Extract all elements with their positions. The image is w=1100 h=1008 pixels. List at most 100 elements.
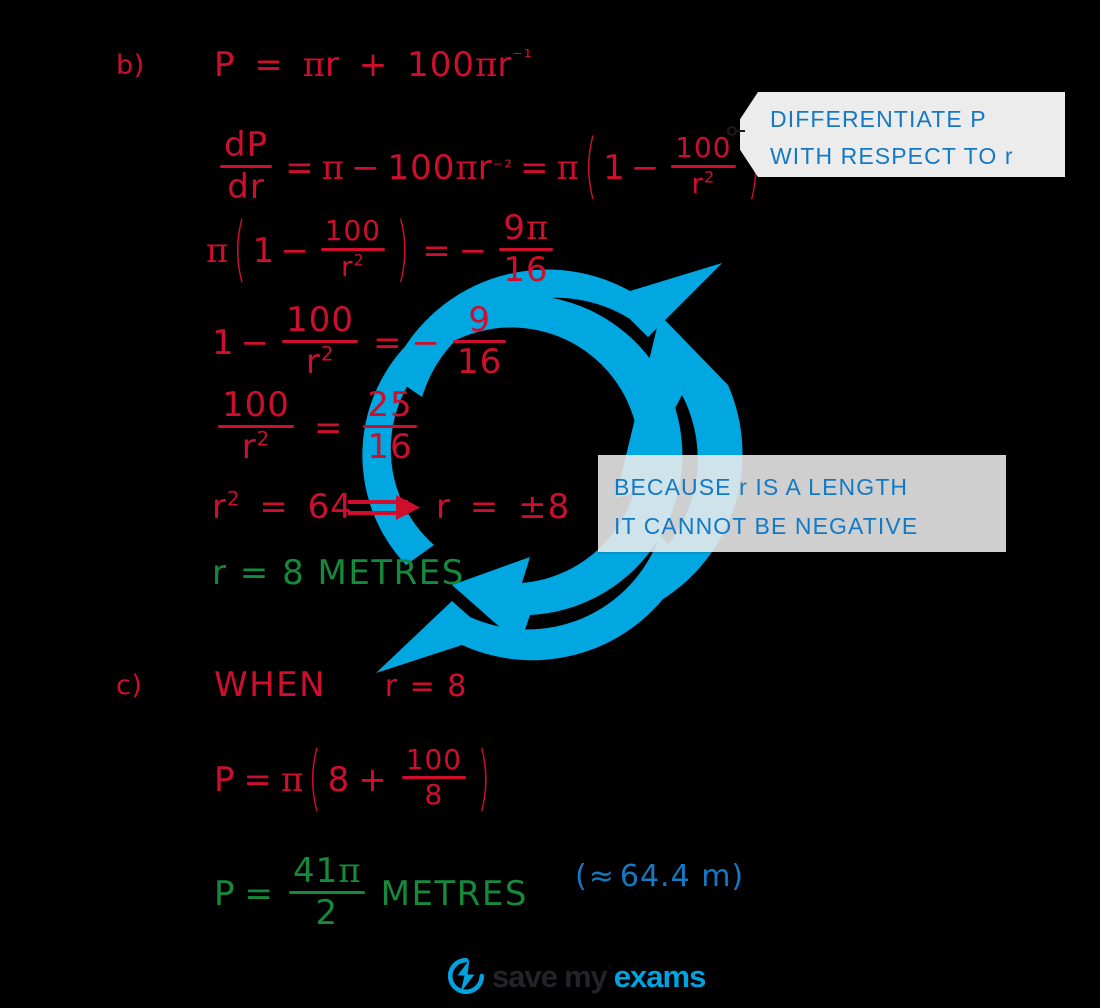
paren-close: ) [396, 208, 410, 293]
unit-metres: METRES [380, 874, 528, 915]
token-P: P [214, 759, 236, 800]
token-pi: π [302, 45, 325, 85]
token-P: P [214, 874, 236, 915]
fraction-numerator: dP [224, 125, 269, 165]
token-plusminus: ± [518, 487, 548, 527]
fraction-numerator: 41π [293, 851, 361, 891]
equation-b-line4: 1 − 100 r2 = − 9 16 [212, 300, 512, 382]
paren-open: ( [233, 208, 248, 293]
token-pi: π [206, 231, 229, 272]
token-one: 1 [603, 148, 626, 189]
equation-b-line5: 100 r2 = 25 16 [212, 385, 423, 467]
equation-b-line2: dP dr = π − 100πr⁻² = π ( 1 − 100 r2 ) [214, 125, 766, 210]
fraction-numerator: 9π [503, 208, 549, 248]
token-one: 1 [252, 231, 276, 272]
fraction-25-over-16: 25 16 [363, 385, 417, 467]
equation-c-line2: P = π ( 8 + 100 8 ) [214, 743, 496, 814]
logo-word-my: my [563, 958, 608, 994]
when-keyword: WHEN [214, 665, 327, 705]
fraction-100-over-8: 100 8 [401, 743, 466, 812]
token-square: 2 [226, 487, 241, 511]
token-pi: π [475, 45, 498, 85]
fraction-denominator: r2 [341, 249, 365, 283]
paren-open: ( [584, 125, 598, 210]
part-label-c: c) [116, 670, 143, 701]
token-exponent-neg1: ⁻¹ [512, 45, 533, 69]
token-r: r [436, 487, 451, 527]
fraction-numerator: 100 [286, 300, 355, 340]
box-line-2: IT CANNOT BE NEGATIVE [614, 513, 919, 540]
token-minus: − [280, 231, 310, 272]
fraction-numerator: 100 [405, 743, 462, 776]
fraction-denominator: 16 [503, 249, 549, 290]
token-equals: = [254, 45, 284, 85]
token-pi: π [321, 148, 344, 189]
token-equals: = [243, 759, 274, 800]
token-equals: = [422, 231, 452, 272]
callout-differentiate-tag: DIFFERENTIATE P WITH RESPECT TO r [726, 92, 1065, 177]
token-plus: + [358, 759, 388, 800]
token-r: r [497, 45, 513, 85]
token-pi: π [455, 148, 478, 189]
equation-b-line6-right: r = ±8 [436, 490, 570, 524]
fraction-dP-dr: dP dr [220, 125, 273, 207]
token-equals: = [520, 148, 550, 189]
tag-hook-icon [726, 125, 745, 137]
fraction-numerator: 100 [324, 214, 381, 248]
token-minus: − [630, 148, 661, 189]
callout-length-note: BECAUSE r IS A LENGTH IT CANNOT BE NEGAT… [598, 455, 1006, 552]
token-equals: = [259, 487, 289, 527]
token-minus: − [350, 148, 381, 189]
token-minus: − [411, 323, 442, 364]
fraction-denominator: dr [227, 166, 265, 207]
token-P: P [214, 45, 236, 85]
worked-solution-page: b) P = πr + 100πr⁻¹ dP dr = π − 100 π r ⁻² … [0, 0, 1100, 1008]
token-eight: 8 [327, 759, 351, 800]
fraction-denominator: 16 [367, 426, 413, 467]
token-equals: = [285, 148, 315, 189]
token-pi: π [556, 148, 579, 189]
fraction-denominator: 8 [424, 778, 444, 812]
answer-b-radius: r = 8 METRES [212, 553, 465, 593]
save-my-exams-logo: save my exams [447, 956, 707, 996]
token-r: r [325, 45, 340, 85]
token-equals: = [469, 487, 500, 527]
logo-word-save: save [492, 958, 558, 994]
fraction-denominator: r2 [305, 341, 335, 382]
token-minus: − [458, 231, 489, 272]
token-pi: π [281, 759, 304, 800]
fraction-41pi-over-2: 41π 2 [289, 854, 365, 930]
token-eight: 8 [547, 487, 571, 527]
box-line-1: BECAUSE r IS A LENGTH [614, 474, 909, 500]
implies-double-arrow-icon [348, 495, 420, 520]
answer-c-perimeter: P = 41π 2 METRES [214, 854, 528, 932]
equation-b-line6-left: r2 = 64 [212, 487, 353, 527]
token-equals: = [244, 874, 275, 915]
paren-open: ( [308, 736, 323, 821]
fraction-numerator: 25 [367, 385, 413, 425]
fraction-denominator: 16 [457, 341, 503, 382]
equation-b-line3: π ( 1 − 100 r2 ) = − 9π 16 [206, 208, 559, 293]
token-plus: + [358, 45, 389, 85]
tag-text-block: DIFFERENTIATE P WITH RESPECT TO r [770, 101, 1059, 176]
logo-word-exams: exams [613, 958, 707, 994]
approx-sign: ≈ [588, 859, 615, 894]
bolt-circle-icon [447, 957, 485, 995]
paren-close: ) [731, 859, 745, 894]
fraction-100-over-r2: 100 r2 [218, 388, 294, 464]
fraction-9-over-16: 9 16 [453, 300, 507, 382]
token-minus: − [240, 323, 271, 364]
approx-value: 64.4 m [619, 859, 732, 894]
fraction-denominator: r2 [241, 426, 271, 467]
token-hundred: 100 [407, 45, 476, 85]
token-64: 64 [307, 487, 353, 527]
paren-open: ( [575, 859, 588, 894]
token-one: 1 [212, 323, 235, 364]
token-r: r [477, 148, 493, 189]
when-value: r = 8 [384, 669, 468, 704]
fraction-100-over-r2: 100 r2 [282, 300, 359, 382]
fraction-numerator: 100 [222, 385, 290, 425]
token-equals: = [373, 323, 403, 364]
fraction-numerator: 9 [468, 300, 491, 340]
equation-b-line1: P = πr + 100πr⁻¹ [214, 45, 533, 85]
